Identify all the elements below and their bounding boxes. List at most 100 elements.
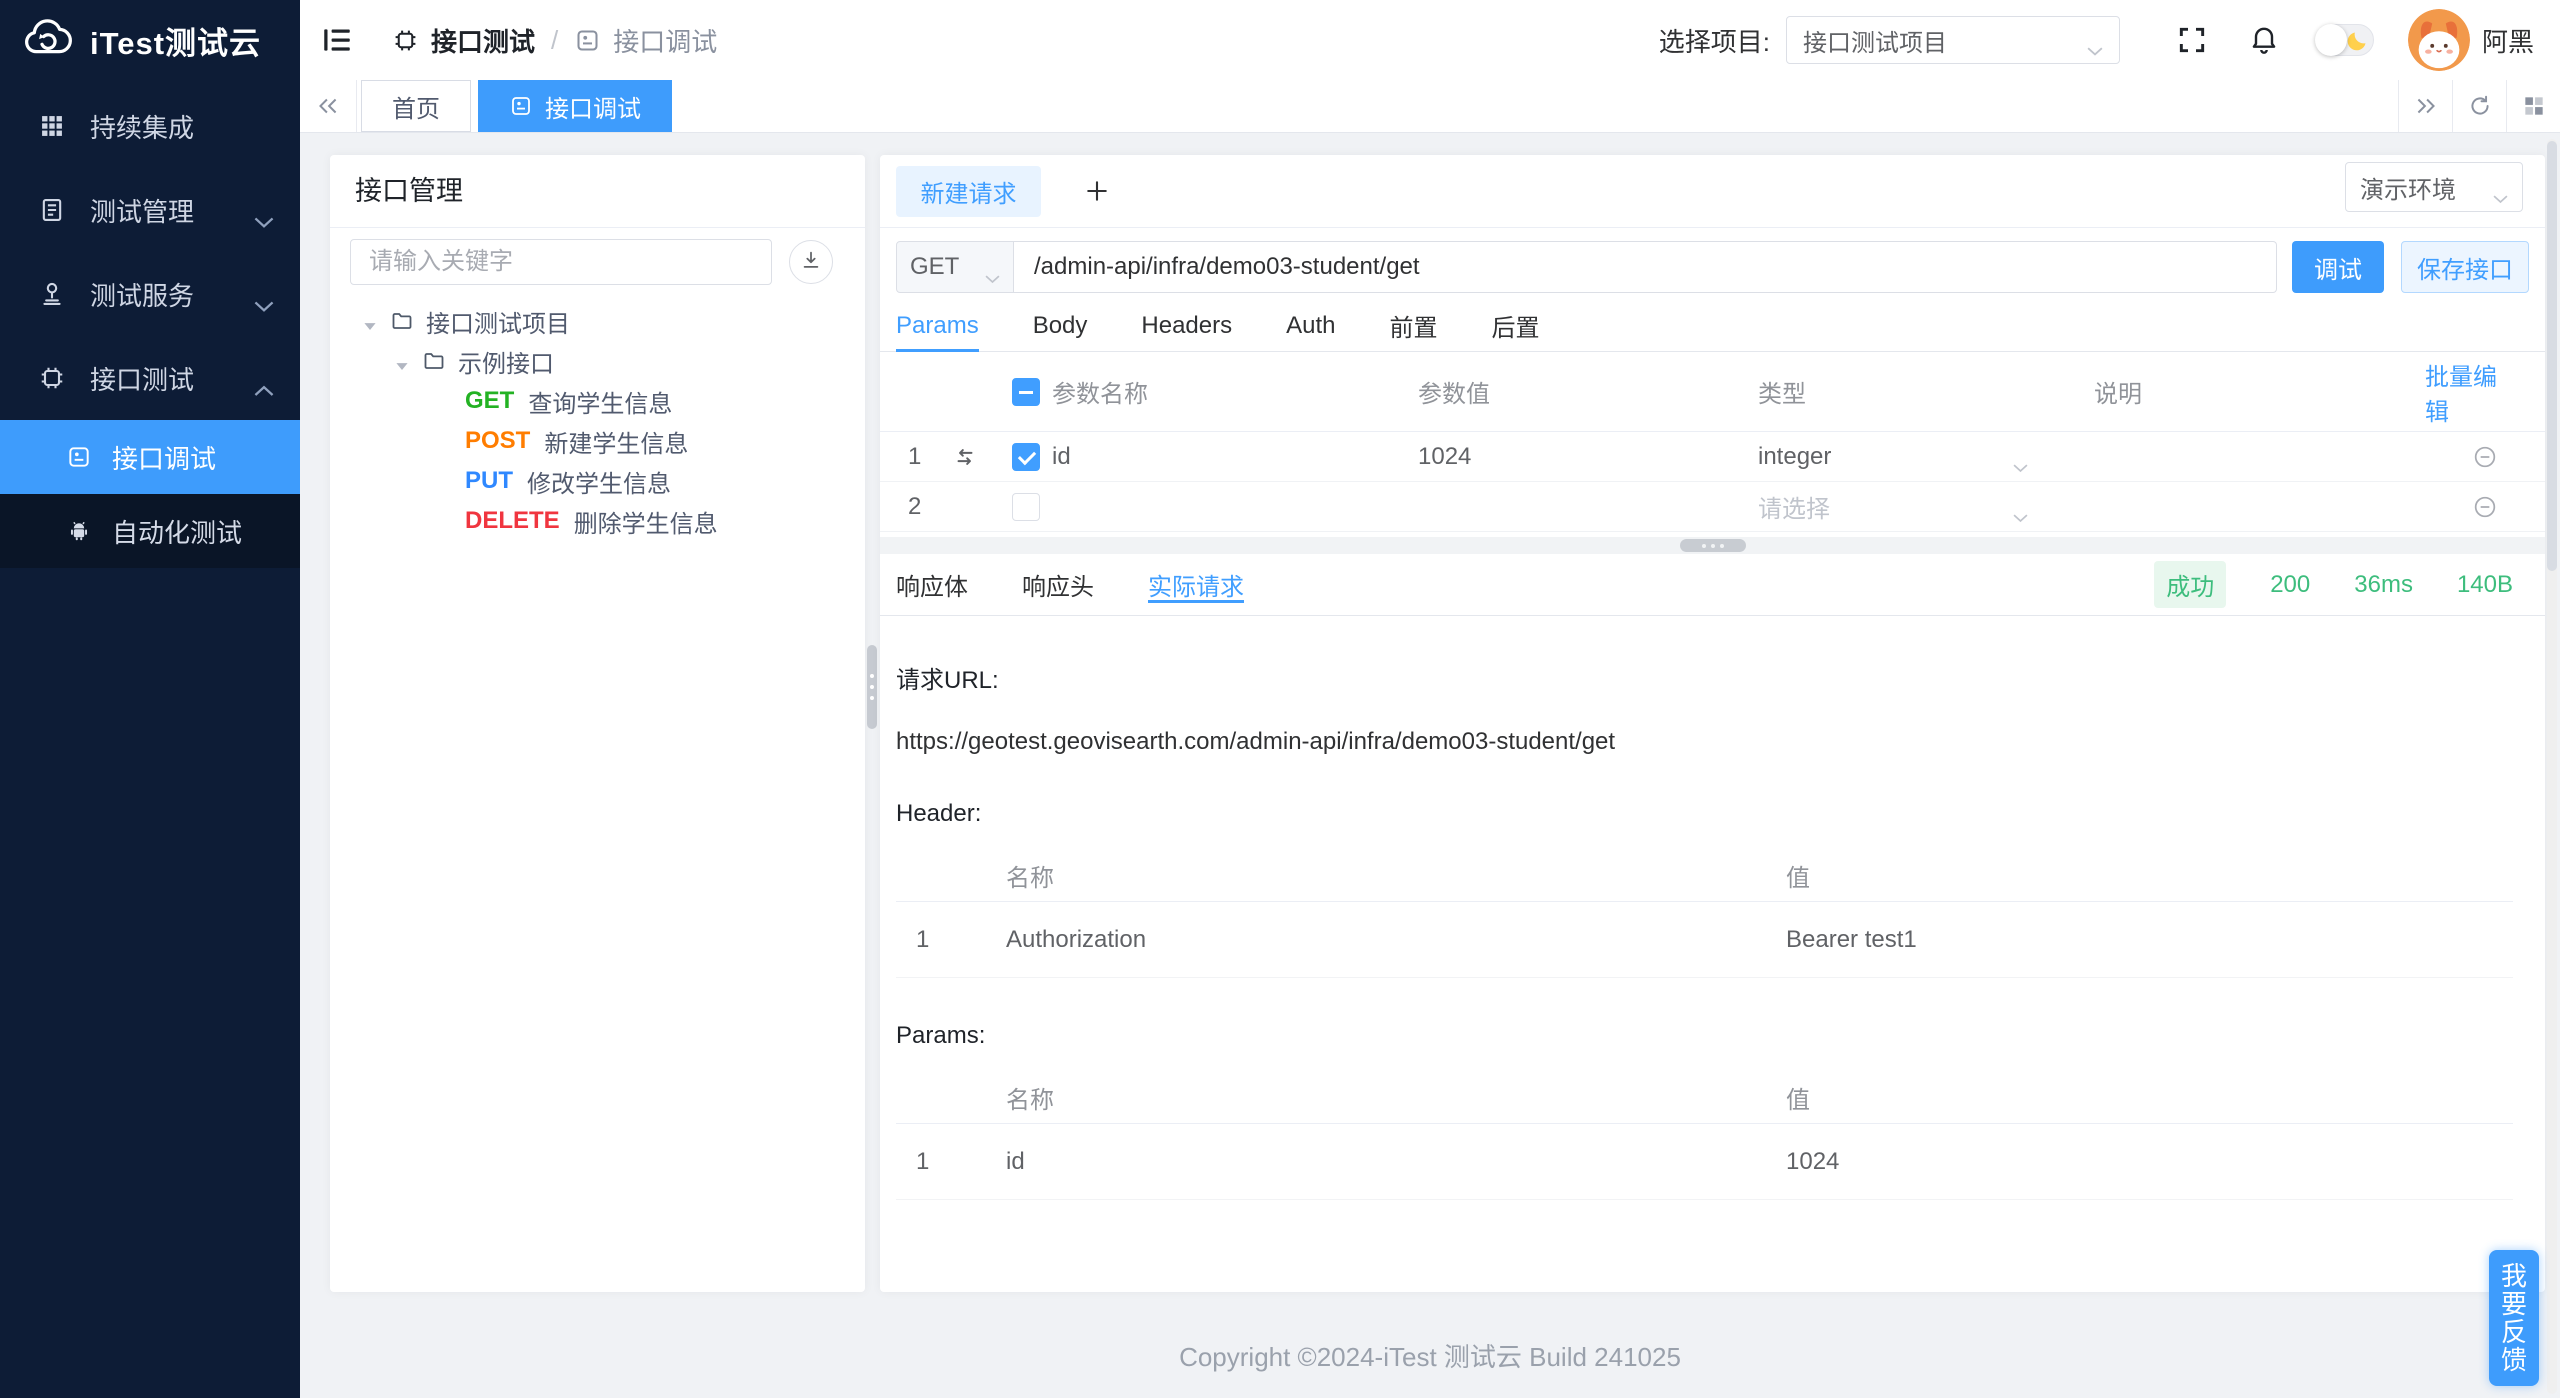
tab-pre-script[interactable]: 前置 [1389,300,1437,351]
tab-body[interactable]: Body [1033,300,1088,351]
drag-sort-icon[interactable] [952,444,978,470]
theme-toggle[interactable] [2314,24,2374,56]
row-checkbox[interactable] [1012,492,1040,521]
panel-title: 接口管理 [330,155,865,228]
chip-icon [392,27,419,54]
environment-select[interactable]: 演示环境 [2345,162,2523,212]
tab-label: 首页 [392,95,440,123]
request-tab-new[interactable]: 新建请求 [896,165,1041,217]
chevron-up-icon [254,372,274,396]
sidebar-item-ci[interactable]: 持续集成 [0,84,300,168]
response-resize-strip [880,537,2545,554]
collapse-sidebar-icon[interactable] [320,23,354,57]
tree-node-api-post[interactable]: POST 新建学生信息 [350,421,843,461]
tab-label: 接口调试 [545,95,641,123]
api-label: 查询学生信息 [528,390,673,418]
request-url-label: 请求URL: [896,667,999,694]
remove-row-icon[interactable] [2472,444,2498,470]
panel-splitter-handle[interactable] [867,645,877,729]
resize-handle[interactable] [1679,539,1746,552]
row-checkbox[interactable] [1012,442,1040,471]
search-row [350,239,843,285]
folder-icon [390,309,414,333]
status-badge: 成功 [2154,561,2227,608]
scrollbar-thumb[interactable] [2547,141,2557,571]
sidebar-item-test-mgmt[interactable]: 测试管理 [0,168,300,252]
moon-icon [2345,29,2369,53]
api-label: 修改学生信息 [527,470,671,498]
breadcrumb-item-api-debug[interactable]: 接口调试 [574,22,717,59]
app-title: iTest测试云 [90,25,262,61]
tab-response-headers[interactable]: 响应头 [1022,567,1094,602]
param-row: 1 id 1024 integer [880,432,2545,482]
method-select[interactable]: GET [896,241,1014,293]
param-row: 2 请选择 [880,482,2545,532]
row-index: 1 [916,1147,930,1175]
save-api-button[interactable]: 保存接口 [2401,241,2529,293]
tree-node-api-delete[interactable]: DELETE 删除学生信息 [350,501,843,541]
add-request-tab-icon[interactable] [1083,177,1111,205]
tree-node-api-put[interactable]: PUT 修改学生信息 [350,461,843,501]
tab-auth[interactable]: Auth [1286,300,1335,351]
api-label: 删除学生信息 [573,510,718,538]
sidebar-item-api-test[interactable]: 接口测试 [0,336,300,420]
tab-post-script[interactable]: 后置 [1491,300,1539,351]
request-tabs-row: 新建请求 演示环境 [880,155,2545,228]
tree-node-folder[interactable]: 示例接口 [350,341,843,381]
param-type-select[interactable]: integer [1758,442,2094,473]
header-value: Bearer test1 [1786,925,1917,953]
select-all-checkbox[interactable] [1012,377,1040,406]
tree-node-project[interactable]: 接口测试项目 [350,301,843,341]
param-type-select[interactable]: 请选择 [1758,489,2094,524]
document-icon [38,196,66,224]
method-badge: GET [465,387,515,414]
api-manager-panel: 接口管理 请输入关键字 接口测试项目 示例接口 GET 查询学生信息 POST … [330,155,865,1292]
sidebar-item-test-service[interactable]: 测试服务 [0,252,300,336]
avatar[interactable] [2407,9,2470,71]
col-name: 名称 [1006,1087,1054,1114]
notification-bell-icon[interactable] [2248,24,2280,56]
param-value-cell[interactable]: 1024 [1418,443,1758,471]
table-row: 1 id 1024 [896,1124,2513,1200]
sidebar-item-auto-test[interactable]: 自动化测试 [0,494,300,568]
logo[interactable]: iTest测试云 [0,0,300,80]
sidebar-item-label: 接口调试 [112,443,217,474]
caret-down-icon[interactable] [362,313,378,330]
param-type-value: integer [1758,442,1832,470]
tabbar-tools [2398,80,2560,132]
scroll-tabs-left-icon[interactable] [300,80,357,132]
scrollbar[interactable] [2547,139,2557,1394]
tab-headers[interactable]: Headers [1141,300,1232,351]
search-input[interactable] [350,239,772,285]
remove-row-icon[interactable] [2472,494,2498,520]
sidebar-item-api-debug[interactable]: 接口调试 [0,420,300,494]
sidebar: iTest测试云 持续集成 测试管理 测试服务 接口测试 接口调试 自动化测试 [0,0,300,1398]
debug-button[interactable]: 调试 [2292,241,2384,293]
tab-api-debug[interactable]: 接口调试 [478,80,672,132]
bulk-edit-link[interactable]: 批量编辑 [2425,357,2545,427]
caret-down-icon[interactable] [394,353,410,370]
sidebar-item-label: 接口测试 [90,364,195,395]
feedback-button[interactable]: 我要反馈 [2489,1250,2539,1386]
tree-node-api-get[interactable]: GET 查询学生信息 [350,381,843,421]
tab-home[interactable]: 首页 [361,80,471,132]
url-input[interactable] [1014,241,2277,293]
project-select[interactable]: 接口测试项目 [1785,16,2120,64]
sidebar-menu: 持续集成 测试管理 测试服务 接口测试 接口调试 自动化测试 [0,84,300,568]
tab-params[interactable]: Params [896,300,979,352]
tab-actual-request[interactable]: 实际请求 [1148,567,1244,603]
tab-response-body[interactable]: 响应体 [896,567,968,602]
kv-table-header: 名称 值 [896,850,2513,902]
param-name-cell[interactable]: id [1052,443,1418,471]
refresh-icon[interactable] [2452,80,2506,132]
breadcrumb-item-api-test[interactable]: 接口测试 [392,22,535,59]
layout-grid-icon[interactable] [2506,80,2560,132]
import-download-button[interactable] [789,240,833,284]
project-select-value: 接口测试项目 [1802,29,1947,57]
api-label: 新建学生信息 [544,430,689,458]
scroll-tabs-right-icon[interactable] [2398,80,2452,132]
request-headers-table: 名称 值 1 Authorization Bearer test1 [896,850,2513,978]
breadcrumb-label: 接口测试 [431,26,536,57]
fullscreen-icon[interactable] [2176,24,2208,56]
chevron-down-icon [2087,35,2103,56]
